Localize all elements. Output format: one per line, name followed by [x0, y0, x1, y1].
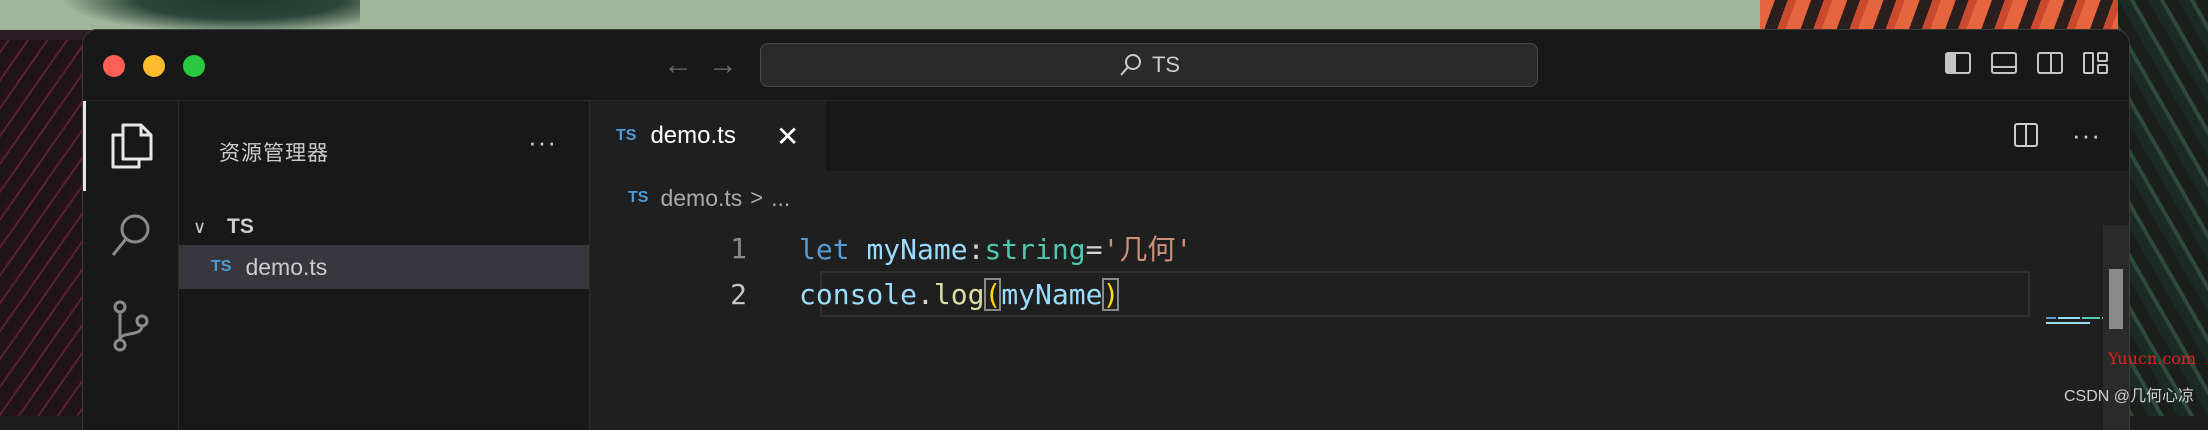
command-center-label: TS: [1151, 52, 1181, 77]
breadcrumb-symbols[interactable]: ...: [771, 185, 790, 212]
title-bar: ← → TS: [83, 30, 2129, 101]
line-number: 2: [730, 277, 747, 311]
files-icon: [111, 123, 153, 169]
minimize-window-button[interactable]: [143, 55, 165, 77]
typescript-file-icon: TS: [211, 258, 232, 275]
explorer-activity-button[interactable]: [83, 101, 178, 191]
breadcrumb: TS demo.ts > ...: [590, 171, 790, 225]
toggle-primary-sidebar-icon[interactable]: [1945, 52, 1971, 74]
typescript-file-icon: TS: [628, 189, 649, 206]
source-control-icon: [113, 300, 148, 352]
toggle-secondary-sidebar-icon[interactable]: [2037, 52, 2063, 74]
toggle-panel-icon[interactable]: [1991, 52, 2017, 74]
scrollbar-thumb[interactable]: [2109, 269, 2123, 329]
customize-layout-icon[interactable]: [2083, 52, 2109, 74]
author-watermark: CSDN @几何心凉: [2063, 388, 2194, 405]
code-line: 1 let myName:string='几何': [590, 225, 2030, 271]
file-demo-ts[interactable]: TS demo.ts: [179, 245, 589, 289]
tab-label: demo.ts: [650, 122, 736, 149]
typescript-file-icon: TS: [616, 127, 637, 144]
code-text: let myName:string='几何': [799, 233, 1193, 266]
command-center-search[interactable]: TS: [760, 43, 1538, 87]
folder-ts[interactable]: ∨ TS: [179, 209, 589, 245]
close-icon[interactable]: ✕: [776, 120, 799, 153]
chevron-down-icon: ∨: [193, 216, 207, 237]
breadcrumb-file[interactable]: demo.ts: [660, 185, 742, 212]
editor-more-actions-icon[interactable]: ···: [2072, 122, 2101, 148]
wallpaper-foliage-left: [0, 40, 84, 416]
split-editor-icon[interactable]: [2014, 123, 2039, 147]
explorer-title: 资源管理器: [219, 142, 329, 165]
explorer-more-actions-icon[interactable]: ···: [528, 127, 557, 158]
source-control-activity-button[interactable]: [83, 281, 178, 371]
code-line: 2 console.log(myName): [590, 271, 2030, 317]
editor-tab-bar: TS demo.ts ✕ ···: [590, 101, 2129, 171]
tab-demo-ts[interactable]: TS demo.ts ✕: [590, 101, 826, 171]
wallpaper-foliage: [60, 0, 360, 34]
line-number: 1: [730, 231, 747, 265]
go-forward-icon[interactable]: →: [708, 50, 738, 80]
code-editor[interactable]: 1 let myName:string='几何' 2 console.log(m…: [590, 225, 2030, 430]
chevron-right-icon: >: [750, 185, 764, 210]
close-window-button[interactable]: [103, 55, 125, 77]
activity-bar: [83, 101, 179, 430]
go-back-icon[interactable]: ←: [663, 50, 693, 80]
search-activity-button[interactable]: [83, 191, 178, 281]
folder-name: TS: [227, 215, 254, 238]
vscode-window: ← → TS 资源管理器 ··· ∨ TS TS demo.ts TS demo…: [83, 30, 2129, 430]
code-text: console.log(myName): [799, 277, 1120, 311]
explorer-sidebar: 资源管理器 ··· ∨ TS TS demo.ts: [179, 101, 590, 430]
search-icon: [1120, 54, 1141, 76]
editor-group: TS demo.ts ✕ ··· TS demo.ts > ... 1 let …: [590, 101, 2129, 430]
site-watermark: Yuucn.com: [2108, 349, 2196, 368]
editor-actions: ···: [2014, 122, 2101, 148]
layout-controls: [1945, 52, 2109, 74]
search-icon: [111, 214, 149, 256]
file-name: demo.ts: [245, 253, 328, 280]
zoom-window-button[interactable]: [183, 55, 205, 77]
